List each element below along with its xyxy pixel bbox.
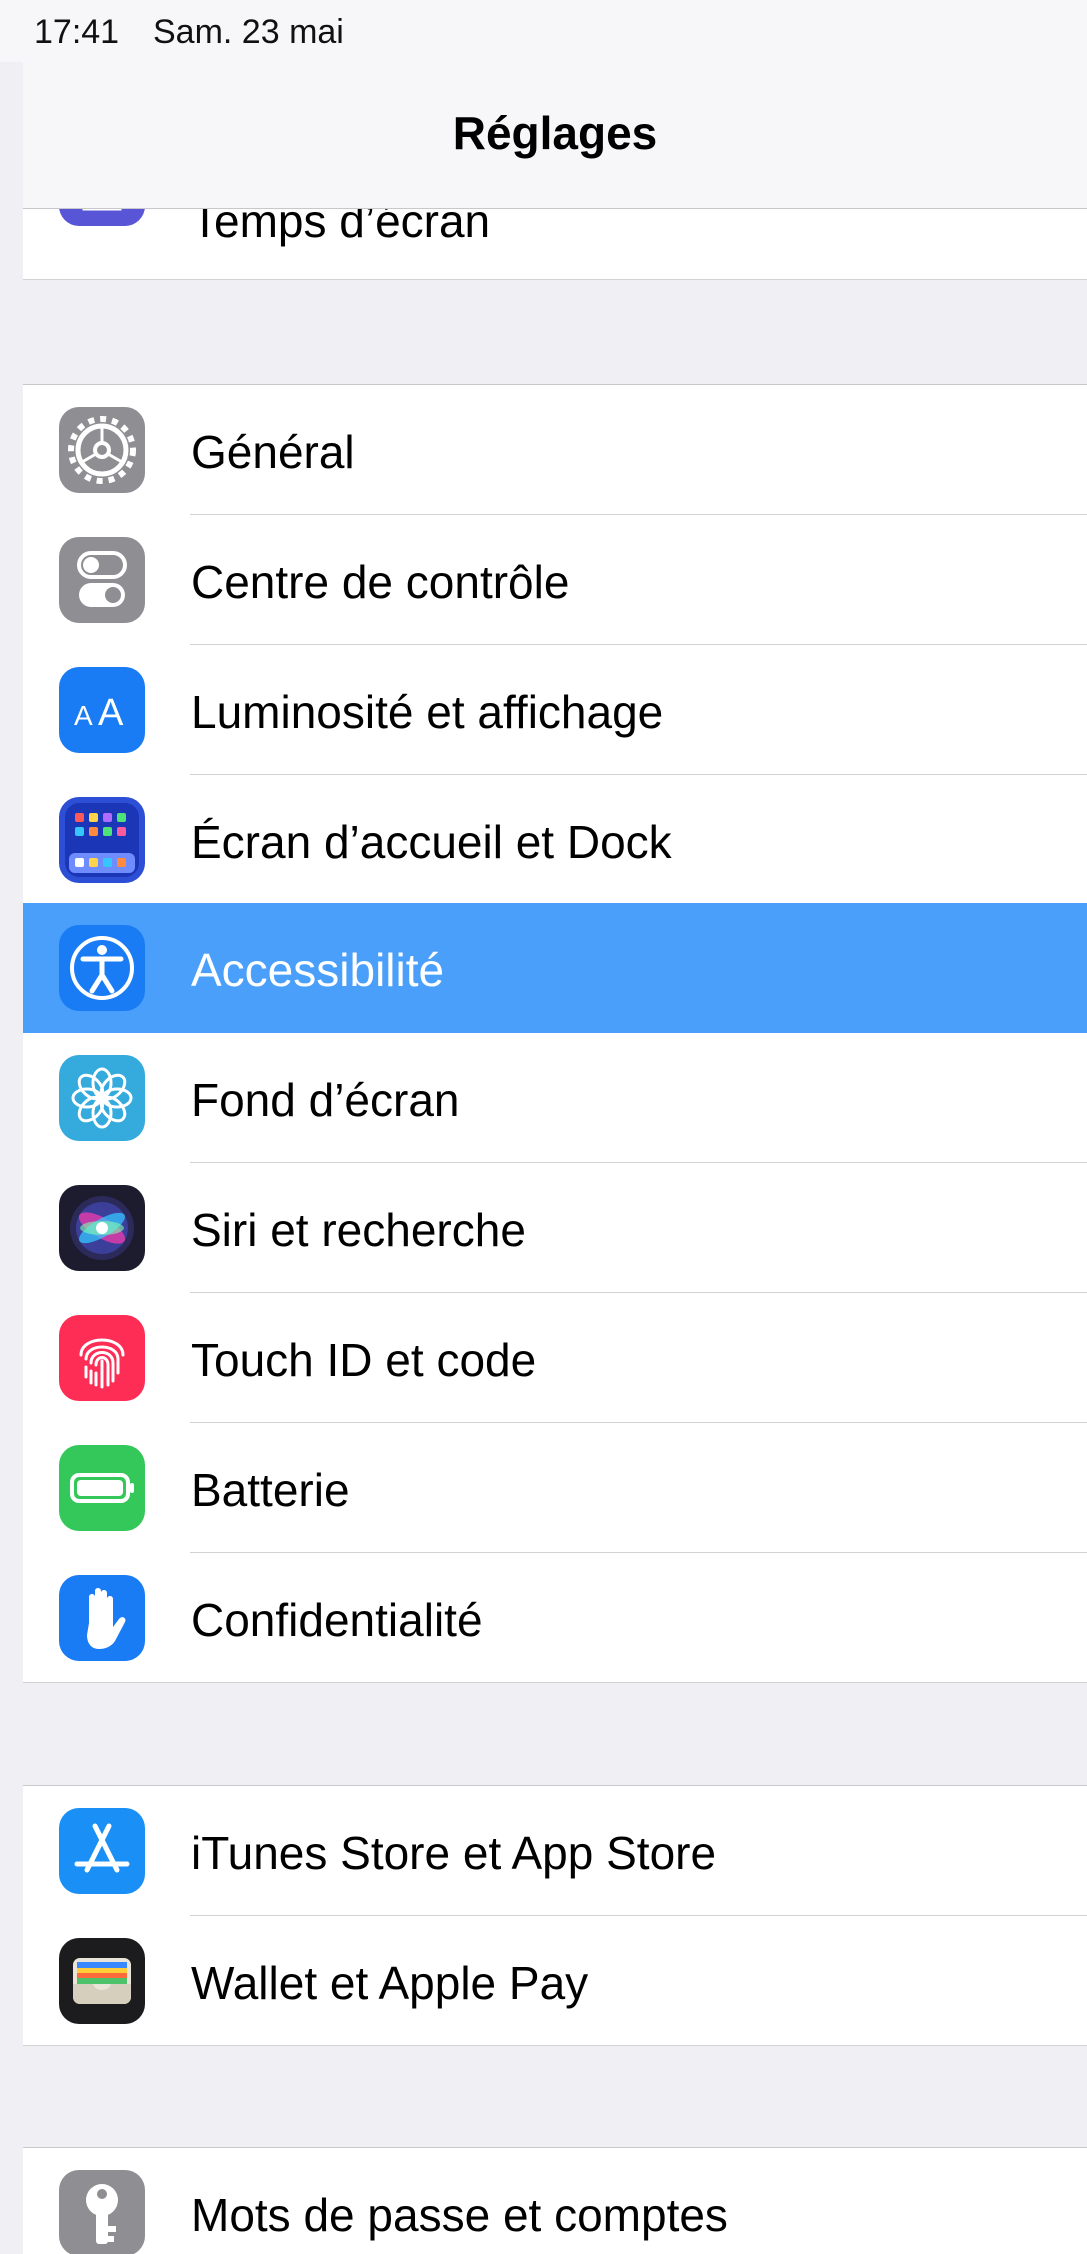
settings-row-wallpaper[interactable]: Fond d’écran [23,1033,1087,1163]
settings-row-passwords[interactable]: Mots de passe et comptes [23,2148,1087,2254]
settings-row-label: Centre de contrôle [191,556,570,608]
settings-row-general[interactable]: Général [23,385,1087,515]
settings-row-battery[interactable]: Batterie [23,1423,1087,1553]
settings-row-label: Touch ID et code [191,1334,537,1386]
settings-row-label: Wallet et Apple Pay [191,1957,589,2009]
settings-row-label: Siri et recherche [191,1204,526,1256]
settings-row-privacy[interactable]: Confidentialité [23,1553,1087,1683]
settings-row-control-center[interactable]: Centre de contrôle [23,515,1087,645]
row-divider [23,1681,1087,1683]
accessibility-icon [59,925,145,1011]
wallet-icon [59,1938,145,2024]
fingerprint-icon [59,1315,145,1401]
settings-row-home-screen[interactable]: Écran d’accueil et Dock [23,775,1087,905]
settings-row-label: Luminosité et affichage [191,686,664,738]
key-icon [59,2170,145,2254]
settings-row-accessibility[interactable]: Accessibilité [23,903,1087,1033]
status-time: 17:41 [34,13,120,51]
svg-text:A: A [74,700,93,731]
app-store-icon [59,1808,145,1894]
battery-icon [59,1445,145,1531]
navigation-bar: Réglages [23,62,1087,209]
settings-row-display[interactable]: A A Luminosité et affichage [23,645,1087,775]
toggles-icon [59,537,145,623]
text-size-icon: A A [59,667,145,753]
home-grid-icon [59,797,145,883]
hand-icon [59,1575,145,1661]
row-divider [23,2044,1087,2046]
settings-row-label: Fond d’écran [191,1074,460,1126]
settings-row-label: Général [191,426,355,478]
settings-row-touch-id[interactable]: Touch ID et code [23,1293,1087,1423]
status-bar: 17:41 Sam. 23 mai [0,0,1087,62]
settings-row-label: Confidentialité [191,1594,483,1646]
settings-row-label: Écran d’accueil et Dock [191,816,672,868]
settings-screen: Temps d’écran Général Centre de contrôle [0,0,1087,2254]
siri-icon [59,1185,145,1271]
flower-icon [59,1055,145,1141]
settings-row-label: Batterie [191,1464,350,1516]
settings-row-wallet[interactable]: Wallet et Apple Pay [23,1916,1087,2046]
settings-row-label: Accessibilité [191,944,445,996]
settings-row-label: iTunes Store et App Store [191,1827,717,1879]
row-divider [23,278,1087,280]
settings-row-label: Mots de passe et comptes [191,2189,728,2241]
settings-row-siri[interactable]: Siri et recherche [23,1163,1087,1293]
page-title: Réglages [452,107,658,159]
status-date: Sam. 23 mai [153,13,344,51]
gear-icon [59,407,145,493]
settings-row-app-store[interactable]: iTunes Store et App Store [23,1786,1087,1916]
svg-text:A: A [98,692,124,734]
